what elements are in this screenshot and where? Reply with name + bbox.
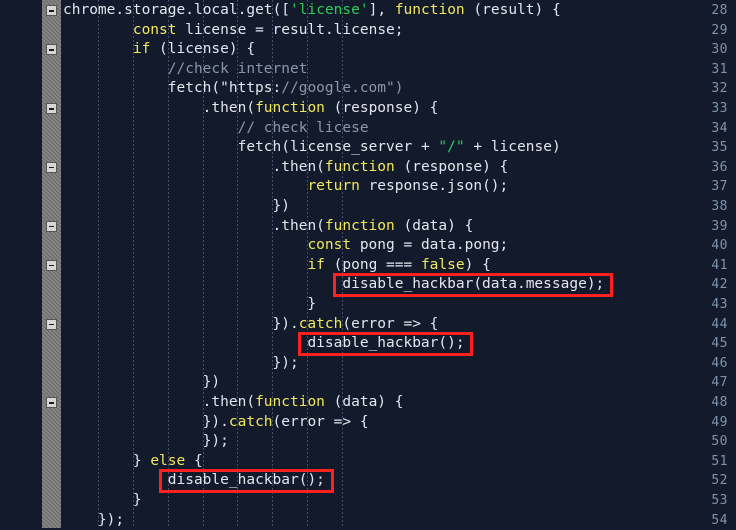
code-line[interactable]: });: [63, 511, 124, 528]
code-line[interactable]: // check licese: [63, 119, 369, 139]
code-editor[interactable]: 28 29 30 31 32 33 34 35 36 37 38 39 40 41 42 43 44 45 46 47…: [0, 0, 736, 528]
code-line[interactable]: }: [63, 491, 142, 511]
code-content-area[interactable]: chrome.storage.local.get(['license'], fu…: [63, 0, 736, 528]
code-line[interactable]: const license = result.license;: [63, 21, 404, 41]
code-line[interactable]: chrome.storage.local.get(['license'], fu…: [63, 1, 561, 21]
code-line[interactable]: }).catch(error => {: [63, 315, 439, 335]
code-line[interactable]: disable_hackbar();: [63, 334, 464, 354]
code-line[interactable]: if (license) {: [63, 40, 255, 60]
fold-collapse-icon[interactable]: [46, 5, 57, 16]
code-line[interactable]: return response.json();: [63, 177, 508, 197]
fold-collapse-icon[interactable]: [46, 397, 57, 408]
code-line[interactable]: }).catch(error => {: [63, 413, 369, 433]
code-line[interactable]: }): [63, 373, 220, 393]
code-line[interactable]: });: [63, 354, 299, 374]
code-line[interactable]: disable_hackbar();: [63, 471, 325, 491]
code-line[interactable]: const pong = data.pong;: [63, 236, 508, 256]
code-line[interactable]: } else {: [63, 452, 203, 472]
code-line[interactable]: disable_hackbar(data.message);: [63, 275, 604, 295]
line-number-gutter: [0, 0, 42, 528]
fold-collapse-icon[interactable]: [46, 259, 57, 271]
fold-collapse-icon[interactable]: [46, 44, 57, 56]
code-line[interactable]: .then(function (response) {: [63, 99, 439, 119]
fold-collapse-icon[interactable]: [46, 220, 57, 232]
code-line[interactable]: }): [63, 197, 290, 217]
code-line[interactable]: fetch("https://google.com"): [63, 79, 404, 99]
code-line[interactable]: .then(function (response) {: [63, 158, 509, 178]
code-line[interactable]: fetch(license_server + "/" + license): [63, 138, 561, 158]
fold-collapse-icon[interactable]: [46, 318, 57, 330]
code-line[interactable]: //check internet: [63, 60, 308, 80]
code-line[interactable]: });: [63, 432, 229, 452]
code-line[interactable]: if (pong === false) {: [63, 256, 490, 276]
code-line[interactable]: }: [63, 295, 316, 315]
fold-collapse-icon[interactable]: [46, 103, 57, 114]
code-line[interactable]: .then(function (data) {: [63, 393, 404, 413]
fold-collapse-icon[interactable]: [46, 161, 57, 173]
code-line[interactable]: .then(function (data) {: [63, 217, 474, 237]
